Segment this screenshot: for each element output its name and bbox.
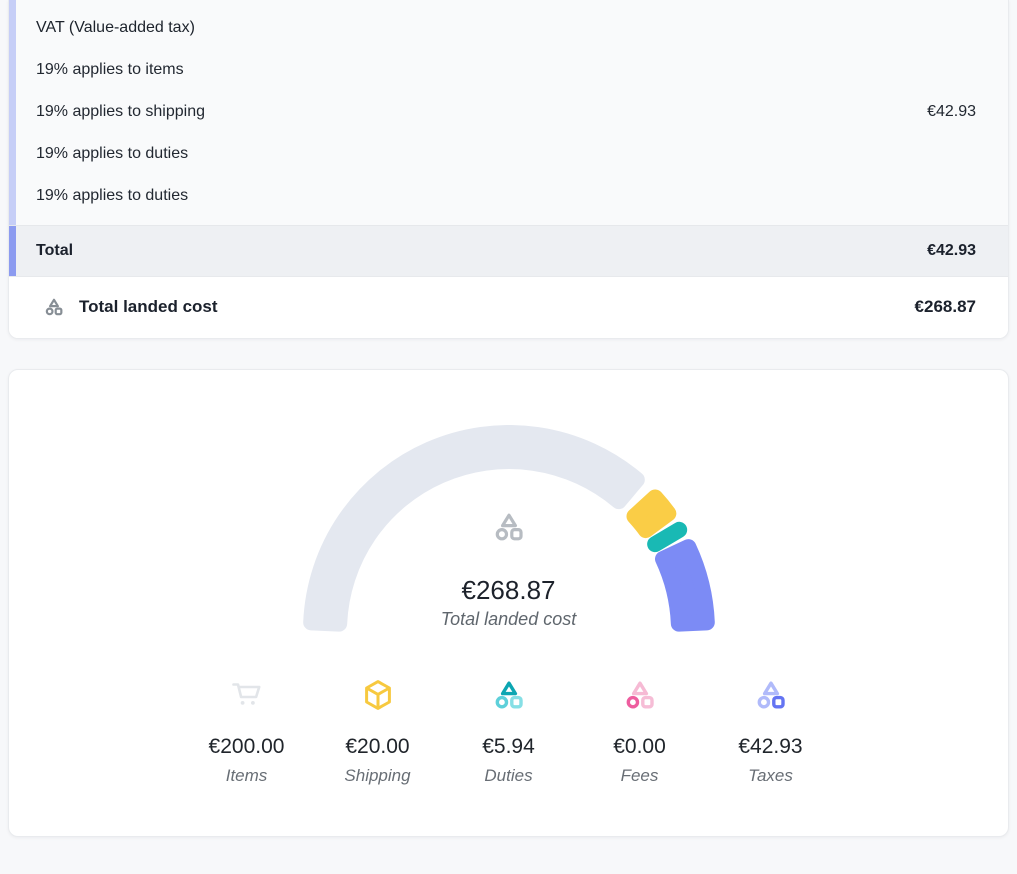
vat-group-row: VAT (Value-added tax) 19% applies to ite…: [9, 0, 1008, 225]
legend-item-duties: €5.94 Duties: [443, 677, 574, 786]
vat-group-amount: €42.93: [927, 103, 976, 121]
total-landed-cost-row: Total landed cost €268.87: [9, 277, 1008, 338]
legend-item-fees: €0.00 Fees: [574, 677, 705, 786]
legend-label: Duties: [484, 766, 532, 786]
legend-item-shipping: €20.00 Shipping: [312, 677, 443, 786]
shapes-icon-duties: [491, 677, 527, 713]
legend-label: Fees: [621, 766, 659, 786]
vat-group-title: VAT (Value-added tax): [36, 15, 927, 40]
tax-breakdown-card: VAT (Value-added tax) 19% applies to ite…: [8, 0, 1009, 339]
legend-value: €200.00: [209, 735, 285, 759]
legend-label: Items: [226, 766, 268, 786]
gauge-wrap: €268.87 Total landed cost: [299, 425, 719, 637]
box-icon: [360, 677, 396, 713]
vat-line: 19% applies to duties: [36, 183, 927, 208]
legend-value: €0.00: [613, 735, 666, 759]
legend-value: €5.94: [482, 735, 535, 759]
shapes-icon-taxes: [753, 677, 789, 713]
tax-total-label: Total: [36, 242, 73, 260]
landed-cost-gauge-card: €268.87 Total landed cost €200.00 Items: [8, 369, 1009, 837]
legend-value: €42.93: [738, 735, 802, 759]
total-landed-cost-amount: €268.87: [915, 297, 976, 317]
tax-total-amount: €42.93: [927, 242, 976, 260]
legend-item-items: €200.00 Items: [181, 677, 312, 786]
legend-label: Shipping: [344, 766, 410, 786]
gauge-chart: [299, 425, 719, 637]
shapes-icon-fees: [622, 677, 658, 713]
gauge-legend: €200.00 Items €20.00 Shipping: [9, 677, 1008, 786]
legend-item-taxes: €42.93 Taxes: [705, 677, 836, 786]
page: VAT (Value-added tax) 19% applies to ite…: [0, 0, 1017, 837]
total-landed-cost-label: Total landed cost: [79, 297, 915, 317]
vat-group-lines: VAT (Value-added tax) 19% applies to ite…: [36, 15, 927, 208]
cart-icon: [229, 677, 265, 713]
vat-line: 19% applies to items: [36, 57, 927, 82]
legend-value: €20.00: [345, 735, 409, 759]
vat-line: 19% applies to duties: [36, 141, 927, 166]
shapes-icon: [43, 296, 65, 318]
tax-total-row: Total €42.93: [9, 225, 1008, 277]
vat-line: 19% applies to shipping: [36, 99, 927, 124]
legend-label: Taxes: [748, 766, 793, 786]
